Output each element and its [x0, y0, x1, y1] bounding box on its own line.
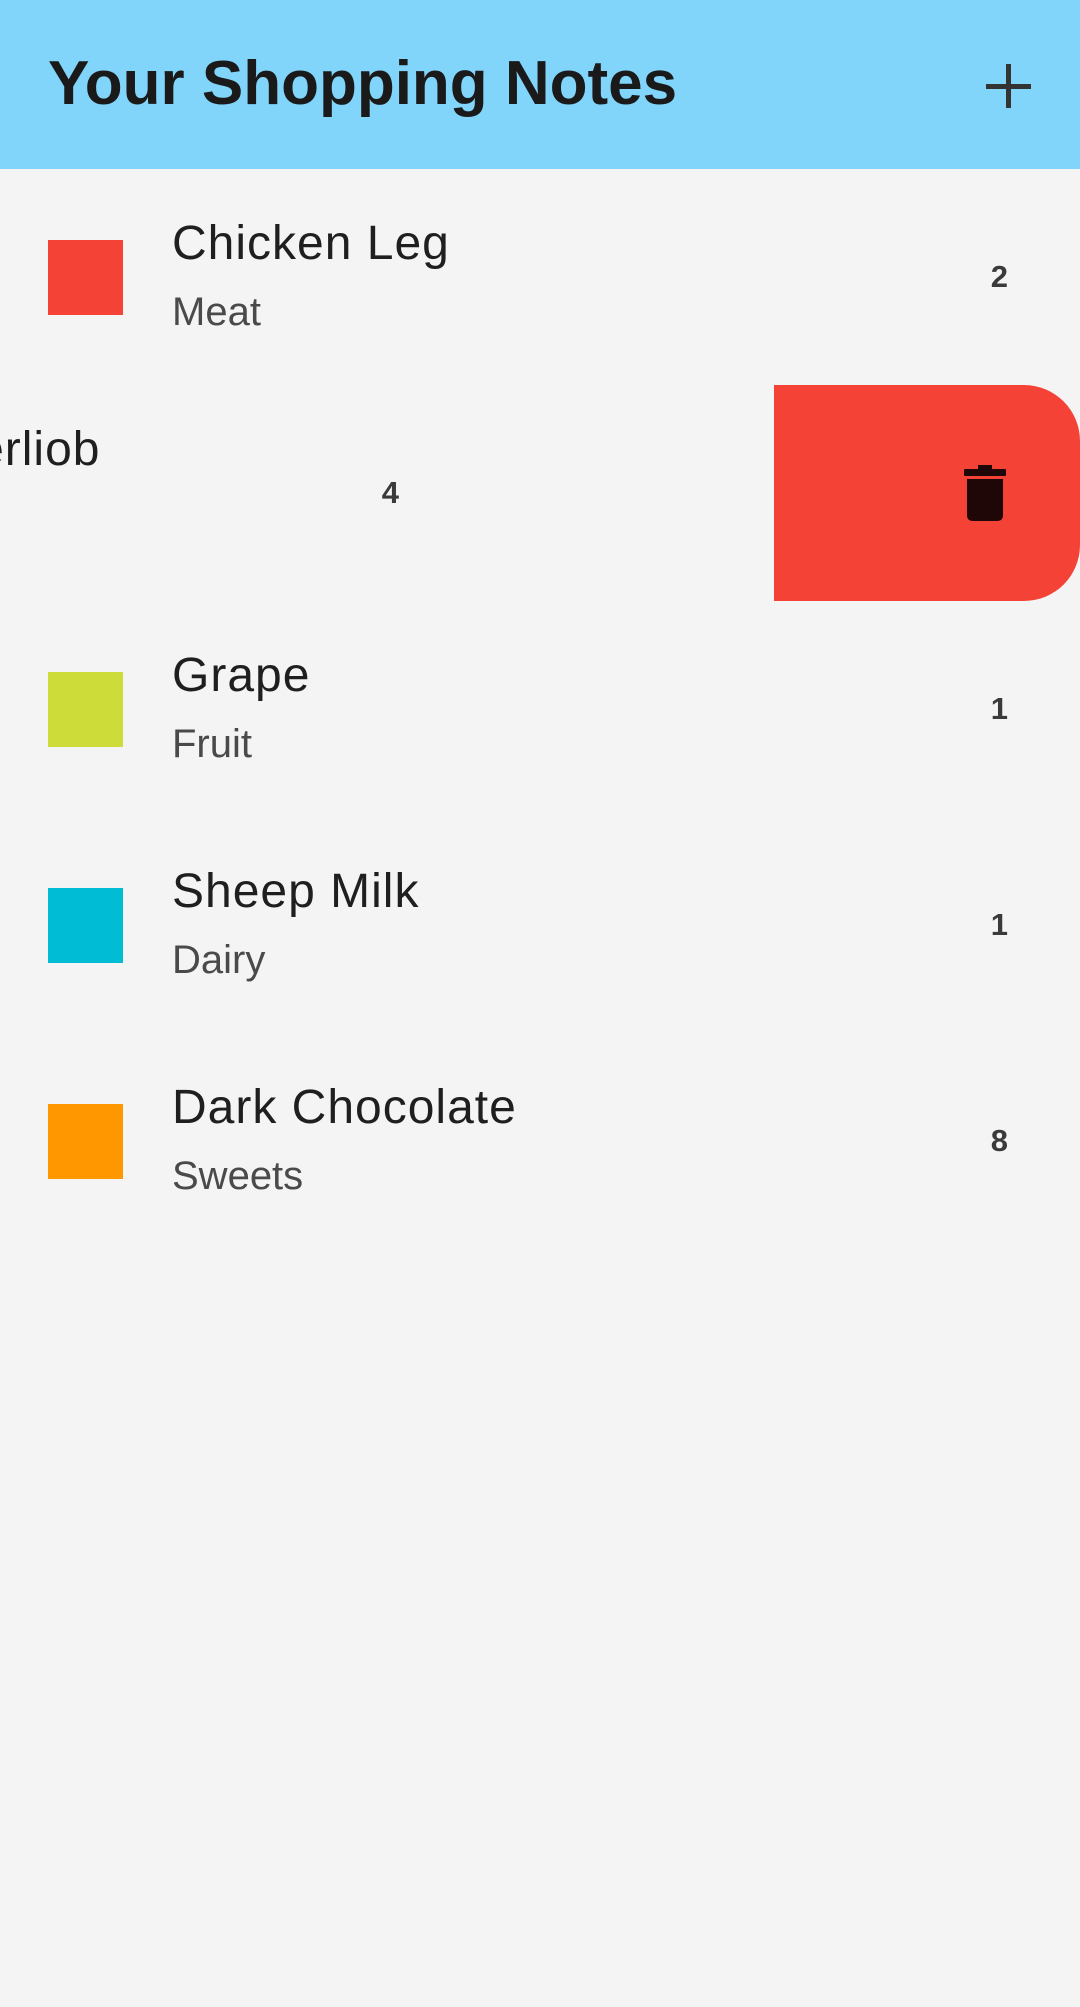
item-name: Sheep Milk [172, 865, 420, 918]
item-category: Fruit [172, 722, 252, 766]
item-quantity: 8 [990, 1123, 1008, 1158]
item-name: Tenderliob [0, 423, 101, 476]
trash-icon [962, 465, 1008, 521]
page-title: Your Shopping Notes [48, 49, 678, 118]
item-name: Grape [172, 649, 311, 702]
list-item-swiped[interactable]: Tenderliob 4 [0, 385, 1080, 601]
item-quantity: 4 [381, 475, 399, 510]
item-category: Meat [172, 290, 261, 334]
item-category: Dairy [172, 938, 266, 982]
item-name: Dark Chocolate [172, 1081, 517, 1134]
item-name: Chicken Leg [172, 217, 450, 270]
shopping-list: Chicken Leg Meat 2 Tenderliob 4 Grape Fr… [0, 169, 1080, 1249]
category-color-swatch [48, 888, 123, 963]
item-quantity: 1 [990, 907, 1008, 942]
category-color-swatch [48, 1104, 123, 1179]
item-quantity: 1 [990, 691, 1008, 726]
delete-swipe-action[interactable] [774, 385, 1080, 601]
plus-icon [986, 64, 1031, 108]
category-color-swatch [48, 240, 123, 315]
item-quantity: 2 [990, 259, 1008, 294]
list-item[interactable]: Chicken Leg Meat 2 [0, 169, 1080, 385]
list-item[interactable]: Dark Chocolate Sweets 8 [0, 1033, 1080, 1249]
add-item-button[interactable] [974, 56, 1042, 116]
item-category: Sweets [172, 1154, 304, 1198]
app-bar: Your Shopping Notes [0, 0, 1080, 169]
category-color-swatch [48, 672, 123, 747]
list-item[interactable]: Sheep Milk Dairy 1 [0, 817, 1080, 1033]
swiped-item-content[interactable]: Tenderliob 4 [0, 385, 777, 601]
list-item[interactable]: Grape Fruit 1 [0, 601, 1080, 817]
